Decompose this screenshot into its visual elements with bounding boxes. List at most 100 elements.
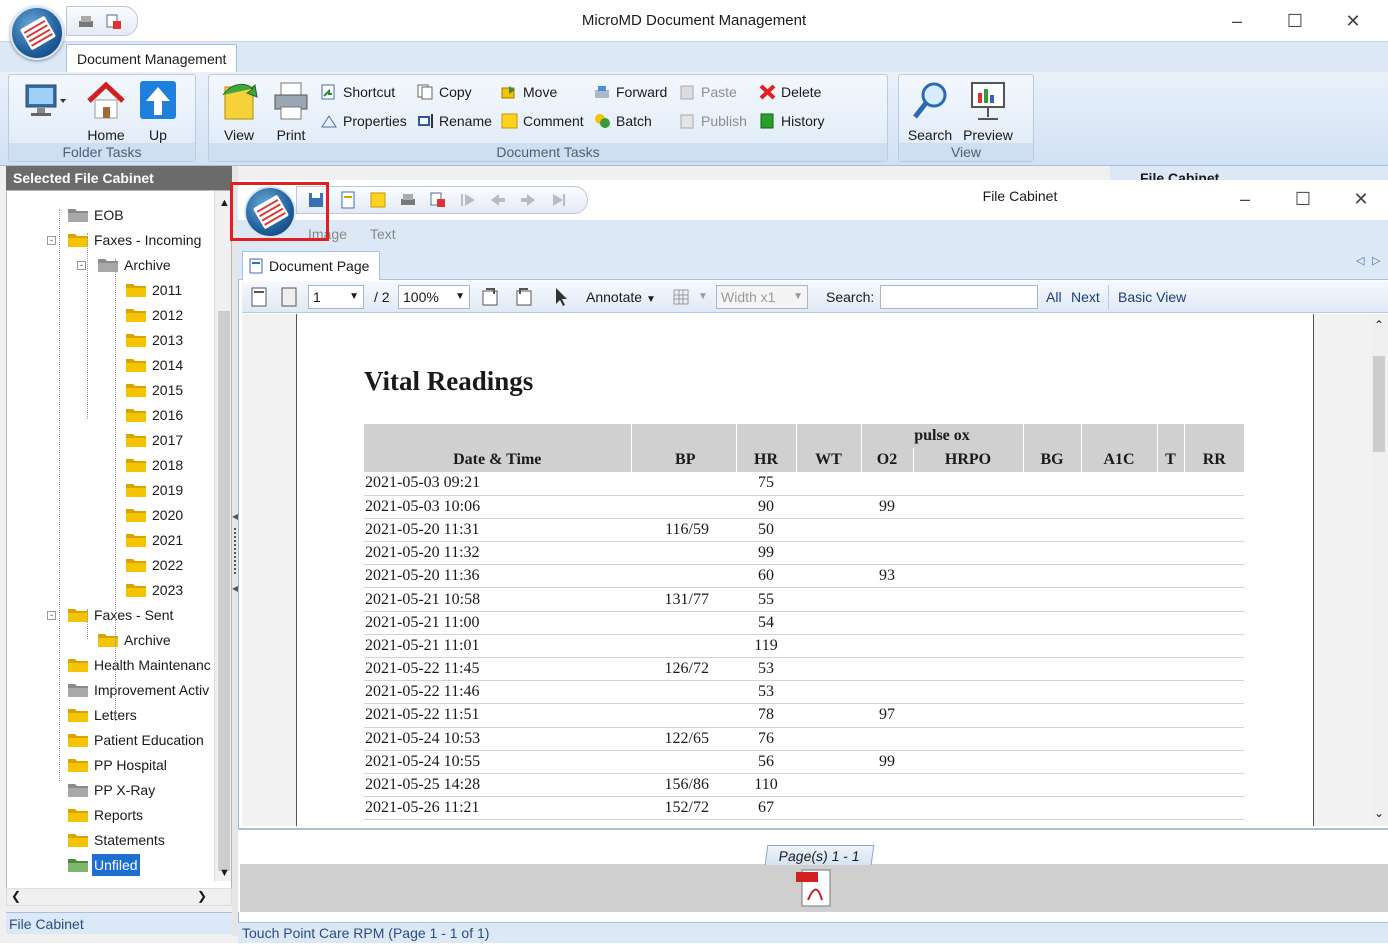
search-all-button[interactable]: All (1046, 286, 1062, 308)
printer-icon (274, 82, 308, 120)
preview-icon (971, 82, 1005, 120)
computer-dropdown-button[interactable] (17, 79, 73, 126)
tab-document-page[interactable]: Document Page (242, 251, 381, 280)
search-input[interactable] (880, 285, 1038, 309)
application-menu-orb[interactable] (10, 6, 64, 60)
table-cell (1023, 634, 1081, 659)
move-button[interactable]: Move (501, 81, 557, 103)
child-ribbon-tabs: Image Text (238, 220, 1388, 248)
up-button[interactable]: Up (135, 79, 181, 143)
table-cell: 54 (736, 611, 796, 635)
table-cell (796, 796, 861, 821)
file-cabinet-footer-tab[interactable]: File Cabinet (6, 912, 232, 934)
tab-scroll-left-icon[interactable]: ◁ (1356, 254, 1364, 267)
tree-item-label: Faxes - Incoming (94, 232, 202, 248)
collapse-toggle-icon[interactable]: - (47, 611, 56, 620)
doc-scroll-down-icon[interactable]: ⌄ (1374, 806, 1384, 820)
table-cell (1157, 796, 1184, 821)
basic-view-button[interactable]: Basic View (1118, 286, 1186, 308)
table-cell: 75 (736, 472, 796, 496)
tree-item-label: 2020 (152, 507, 184, 523)
table-cell (1157, 611, 1184, 635)
child-maximize-button[interactable]: ☐ (1288, 184, 1318, 214)
table-cell (1023, 587, 1081, 612)
width-select[interactable]: Width x1 ▼ (716, 285, 808, 309)
table-cell (796, 564, 861, 589)
tree-item-label: 2016 (152, 407, 184, 423)
table-cell (631, 564, 736, 589)
table-cell (1081, 564, 1157, 589)
table-cell (913, 634, 1023, 659)
print-button[interactable]: Print (269, 79, 313, 143)
publish-button[interactable]: Publish (679, 110, 747, 132)
maximize-button[interactable]: ☐ (1280, 6, 1310, 36)
grid-icon[interactable] (672, 286, 690, 308)
table-cell (1023, 611, 1081, 635)
table-cell: 122/65 (631, 727, 736, 751)
tree-item-label: 2015 (152, 382, 184, 398)
table-cell (1081, 680, 1157, 705)
scroll-up-icon[interactable]: ▲ (219, 197, 230, 209)
folder-tasks-label: Folder Tasks (9, 143, 195, 161)
pointer-icon[interactable] (552, 286, 570, 308)
doc-scroll-thumb[interactable] (1373, 356, 1385, 452)
child-minimize-button[interactable]: – (1230, 184, 1260, 214)
search-next-button[interactable]: Next (1071, 286, 1100, 308)
table-cell: 156/86 (631, 773, 736, 798)
table-cell (1023, 727, 1081, 751)
zoom-select[interactable]: 100% ▼ (398, 285, 470, 309)
tree-scroll-thumb[interactable] (218, 311, 230, 871)
copy-button[interactable]: Copy (417, 81, 472, 103)
table-header-row: Date & Time BP HR WT O2 HRPO BG A1C T RR (364, 448, 1244, 472)
tree-horizontal-scrollbar[interactable]: ❮ ❯ (6, 888, 232, 906)
minimize-button[interactable]: – (1222, 6, 1252, 36)
move-icon (501, 86, 515, 99)
folder-tree[interactable]: EOB Faxes - Incoming - Archive - 2011 2012 2013… (6, 190, 232, 890)
rotate-right-icon[interactable] (512, 286, 534, 308)
table-cell (1184, 541, 1244, 566)
document-vertical-scrollbar[interactable]: ⌃ ⌄ (1370, 314, 1388, 826)
tab-document-management[interactable]: Document Management (66, 44, 238, 72)
forward-button[interactable]: Forward (594, 81, 667, 103)
folder-icon (126, 409, 146, 422)
scroll-down-icon[interactable]: ▼ (219, 867, 230, 879)
table-cell (796, 518, 861, 543)
search-button[interactable]: Search (905, 79, 955, 143)
single-page-icon[interactable] (250, 286, 268, 308)
delete-button[interactable]: Delete (759, 81, 821, 103)
tab-text[interactable]: Text (370, 226, 396, 242)
tab-scroll-right-icon[interactable]: ▷ (1372, 254, 1380, 267)
view-button[interactable]: View (217, 79, 261, 143)
batch-button[interactable]: Batch (594, 110, 652, 132)
rename-button[interactable]: Rename (417, 110, 492, 132)
doc-scroll-up-icon[interactable]: ⌃ (1374, 318, 1384, 332)
history-button[interactable]: History (759, 110, 825, 132)
preview-button[interactable]: Preview (959, 79, 1017, 143)
page-number-select[interactable]: 1 ▼ (308, 285, 364, 309)
paste-button[interactable]: Paste (679, 81, 737, 103)
column-header: A1C (1080, 448, 1157, 472)
fit-page-icon[interactable] (280, 286, 298, 308)
collapse-toggle-icon[interactable]: - (47, 236, 56, 245)
annotate-dropdown[interactable]: Annotate ▼ (586, 286, 656, 308)
folder-icon (68, 609, 88, 622)
properties-button[interactable]: Properties (321, 110, 407, 132)
table-cell (1157, 657, 1184, 682)
home-button[interactable]: Home (75, 79, 137, 143)
scroll-left-icon[interactable]: ❮ (11, 889, 21, 903)
folder-icon (68, 659, 88, 672)
comment-button[interactable]: Comment (501, 110, 584, 132)
table-cell (1157, 495, 1184, 519)
shortcut-button[interactable]: Shortcut (321, 81, 395, 103)
tree-item-label: Reports (94, 807, 144, 823)
scroll-right-icon[interactable]: ❯ (197, 889, 207, 903)
collapse-toggle-icon[interactable]: - (77, 261, 86, 270)
pages-tab[interactable]: Page(s) 1 - 1 (764, 845, 875, 865)
child-close-button[interactable]: ✕ (1346, 184, 1376, 214)
table-cell (1184, 587, 1244, 612)
pdf-file-icon[interactable] (794, 866, 836, 910)
close-button[interactable]: ✕ (1338, 6, 1368, 36)
tree-vertical-scrollbar[interactable]: ▲ ▼ (214, 191, 231, 881)
grid-dropdown-icon[interactable]: ▼ (698, 286, 708, 308)
rotate-left-icon[interactable] (480, 286, 502, 308)
